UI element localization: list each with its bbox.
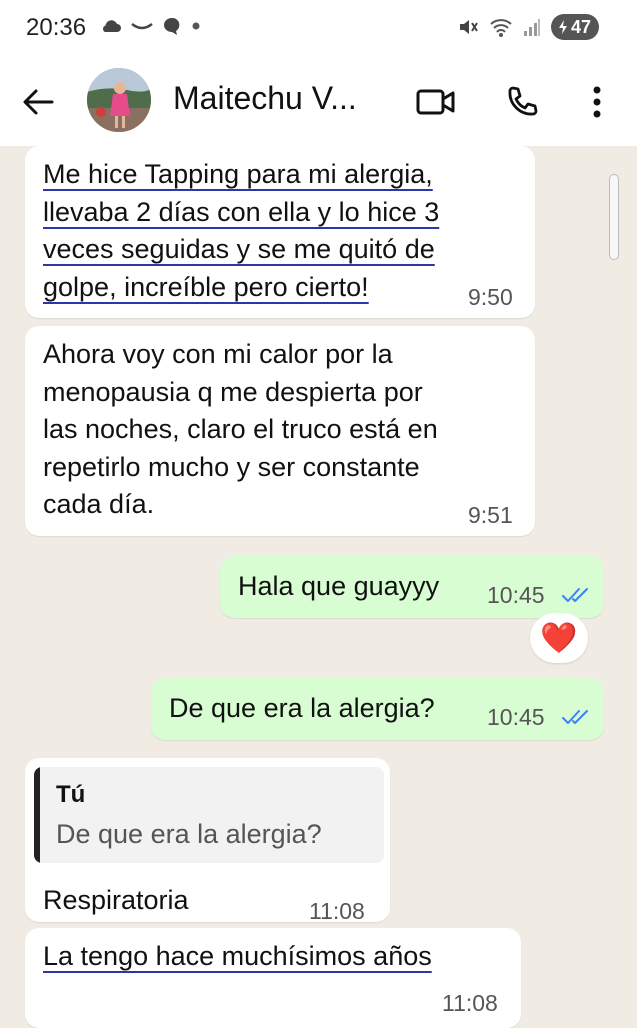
back-arrow-icon <box>23 89 54 115</box>
message-bubble-incoming[interactable]: La tengo hace muchísimos años 11:08 <box>25 928 521 1028</box>
message-text: Ahora voy con mi calor por la menopausia… <box>43 336 438 524</box>
video-call-icon <box>416 89 455 115</box>
message-time: 9:50 <box>468 284 513 310</box>
back-button[interactable] <box>16 82 60 122</box>
message-bubble-incoming[interactable]: Me hice Tapping para mi alergia, llevaba… <box>25 146 535 318</box>
status-time: 20:36 <box>26 14 87 41</box>
read-receipt-icon <box>562 588 588 602</box>
message-line: golpe, increíble pero cierto! <box>43 271 369 302</box>
message-bubble-incoming[interactable]: Tú De que era la alergia? Respiratoria 1… <box>25 758 390 924</box>
mute-icon <box>459 20 478 34</box>
message-line: veces seguidas y se me quitó de <box>43 234 435 264</box>
message-text: De que era la alergia? <box>169 693 435 723</box>
message-time: 11:08 <box>442 990 498 1016</box>
video-call-button[interactable] <box>414 80 458 124</box>
message-line: Me hice Tapping para mi alergia, <box>43 159 433 189</box>
message-bubble-outgoing[interactable]: De que era la alergia? 10:45 <box>151 678 604 740</box>
message-bubble-outgoing[interactable]: Hala que guayyy 10:45 <box>220 556 604 618</box>
cloud-icon <box>103 20 121 32</box>
battery-icon: 47 <box>550 14 599 40</box>
message-line: cada día. <box>43 489 155 519</box>
message-text: La tengo hace muchísimos años <box>43 941 432 971</box>
scrollbar[interactable] <box>609 174 619 260</box>
chat-area[interactable]: Me hice Tapping para mi alergia, llevaba… <box>0 146 637 1028</box>
wifi-icon <box>490 19 512 37</box>
message-line: llevaba 2 días con ella y lo hice 3 <box>43 196 440 227</box>
message-line: repetirlo mucho y ser constante <box>43 451 420 482</box>
more-options-button[interactable] <box>575 80 619 124</box>
message-time: 10:45 <box>487 704 545 730</box>
battery-level: 47 <box>570 16 591 37</box>
read-receipt-icon <box>562 710 588 724</box>
message-text: Me hice Tapping para mi alergia, llevaba… <box>43 156 439 306</box>
heart-icon: ❤️ <box>540 621 578 655</box>
smile-icon <box>131 22 153 30</box>
more-vertical-icon <box>593 86 601 118</box>
signal-icon <box>523 19 540 36</box>
quote-author: Tú <box>56 781 86 808</box>
message-text: Respiratoria <box>43 885 189 915</box>
message-time: 11:08 <box>309 898 365 924</box>
dot-icon <box>192 22 200 30</box>
status-notification-icons <box>100 16 202 36</box>
chat-bubble-icon <box>164 17 180 35</box>
message-bubble-incoming[interactable]: Ahora voy con mi calor por la menopausia… <box>25 326 535 536</box>
phone-icon <box>508 86 538 116</box>
message-text: Hala que guayyy <box>238 571 440 601</box>
quoted-message[interactable]: Tú De que era la alergia? <box>34 767 384 863</box>
message-line: menopausia q me despierta por <box>43 376 423 407</box>
reaction-badge[interactable]: ❤️ <box>530 613 588 663</box>
chat-header: Maitechu V... <box>0 58 637 146</box>
contact-name[interactable]: Maitechu V... <box>173 80 357 117</box>
status-bar: 20:36 47 <box>0 0 637 58</box>
quote-bar <box>34 767 40 863</box>
message-line: Ahora voy con mi calor por la <box>43 339 393 369</box>
message-time: 10:45 <box>487 582 545 608</box>
message-line: las noches, claro el truco está en <box>43 414 438 444</box>
status-system-icons: 47 <box>457 14 599 40</box>
voice-call-button[interactable] <box>500 80 544 124</box>
avatar[interactable] <box>87 68 151 132</box>
quote-text: De que era la alergia? <box>56 819 322 849</box>
message-time: 9:51 <box>468 502 513 528</box>
